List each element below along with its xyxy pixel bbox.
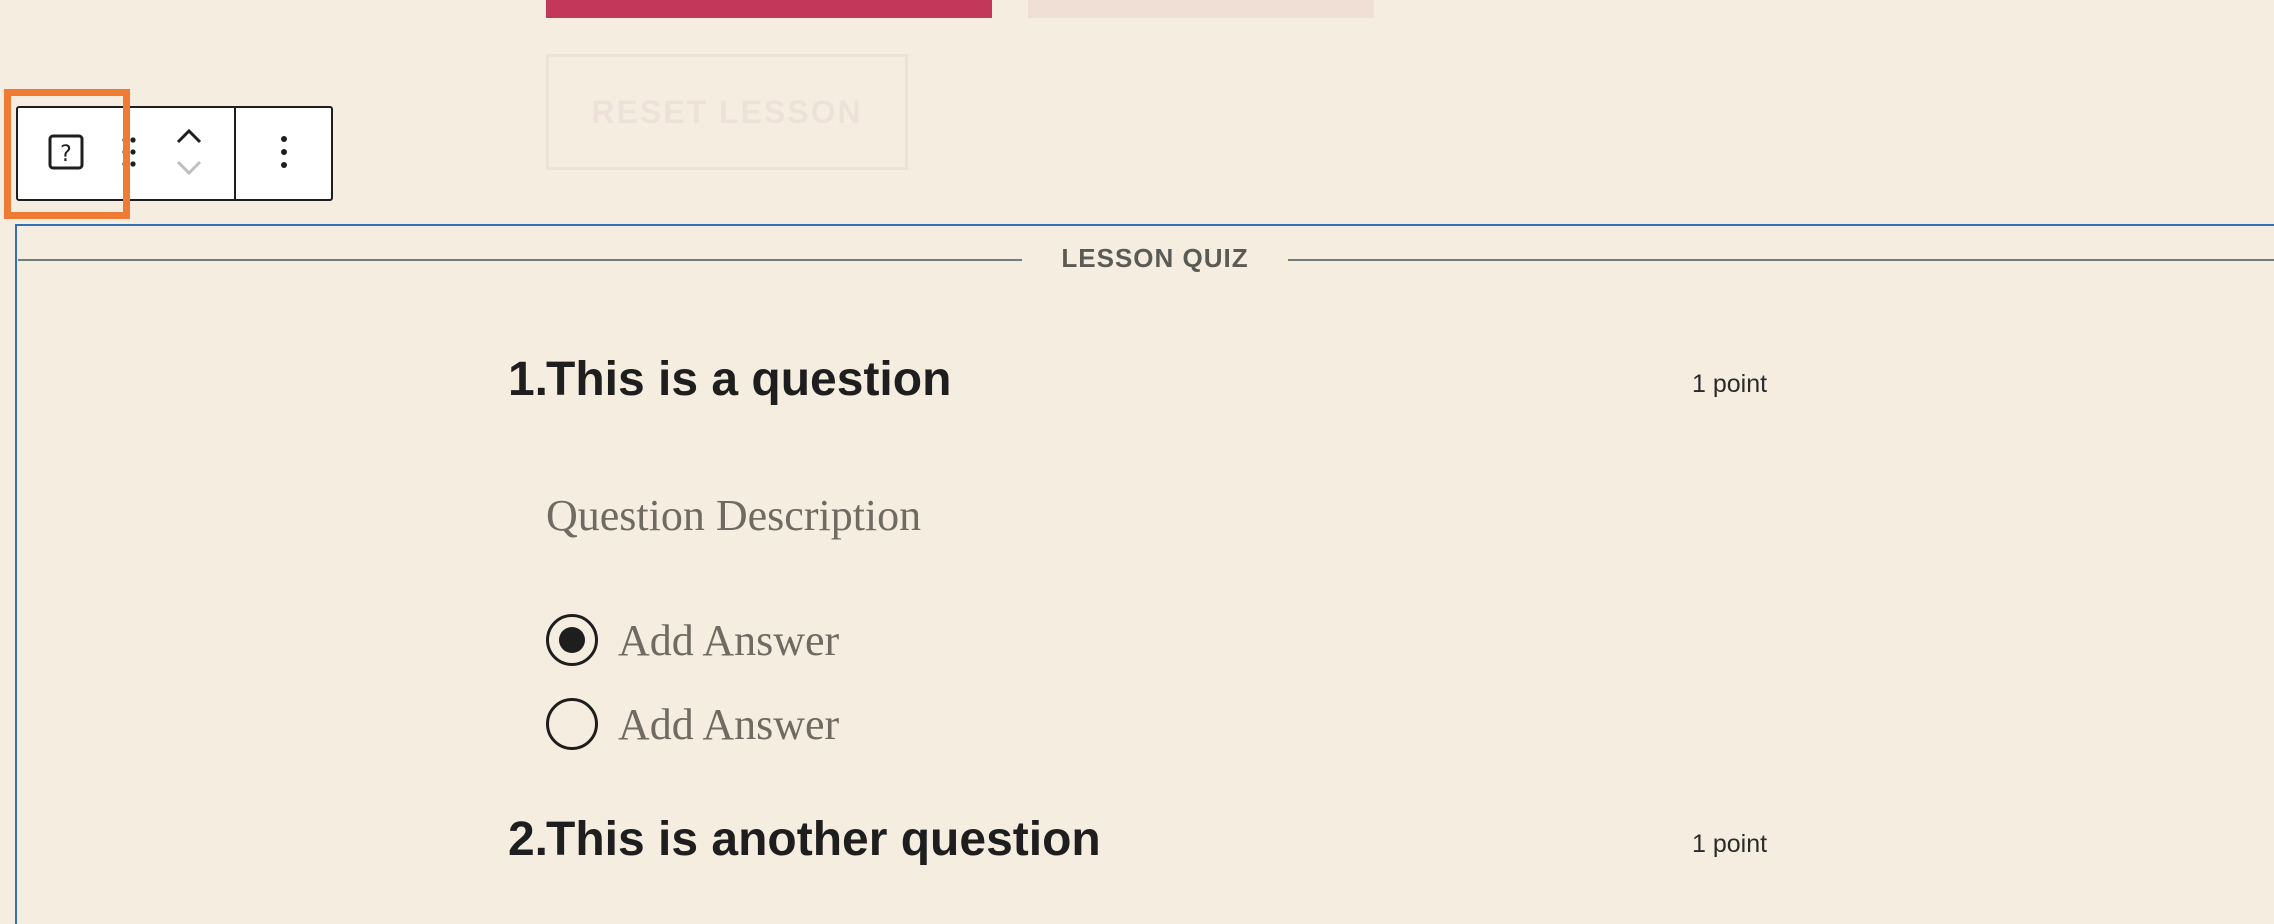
question-description[interactable]: Question Description bbox=[546, 490, 921, 541]
block-type-button[interactable]: ? bbox=[18, 108, 114, 199]
question-title[interactable]: This is a question bbox=[546, 352, 951, 407]
block-movers bbox=[144, 108, 234, 199]
reset-lesson-button[interactable]: RESET LESSON bbox=[546, 54, 908, 170]
answer-option[interactable]: Add Answer bbox=[546, 698, 839, 750]
answer-option[interactable]: Add Answer bbox=[546, 614, 839, 666]
question-number: 2. bbox=[507, 813, 548, 866]
answer-label[interactable]: Add Answer bbox=[618, 615, 839, 666]
quiz-divider-left bbox=[18, 259, 1022, 261]
svg-text:?: ? bbox=[60, 142, 72, 167]
question-points: 1 point bbox=[1692, 830, 1768, 858]
chevron-down-icon bbox=[176, 160, 202, 179]
drag-handle-button[interactable] bbox=[114, 108, 144, 199]
radio-selected[interactable] bbox=[546, 614, 598, 666]
move-down-button[interactable] bbox=[169, 155, 209, 185]
more-options-button[interactable] bbox=[236, 108, 331, 199]
more-vertical-icon bbox=[280, 135, 288, 172]
radio-dot bbox=[559, 627, 585, 653]
primary-lesson-button[interactable] bbox=[546, 0, 992, 18]
secondary-lesson-button[interactable] bbox=[1028, 0, 1374, 18]
chevron-up-icon bbox=[176, 128, 202, 147]
question-points: 1 point bbox=[1692, 370, 1768, 398]
move-up-button[interactable] bbox=[169, 123, 209, 153]
answer-label[interactable]: Add Answer bbox=[618, 699, 839, 750]
radio-unselected[interactable] bbox=[546, 698, 598, 750]
quiz-title: LESSON QUIZ bbox=[1061, 243, 1249, 273]
drag-handle-icon bbox=[121, 135, 137, 172]
question-block-icon: ? bbox=[48, 134, 84, 173]
question-number: 1. bbox=[507, 353, 548, 406]
question-title[interactable]: This is another question bbox=[546, 812, 1101, 867]
block-toolbar: ? bbox=[16, 106, 333, 201]
lesson-quiz-block[interactable] bbox=[15, 224, 2274, 924]
quiz-divider-right bbox=[1288, 259, 2274, 261]
toolbar-main-group: ? bbox=[18, 108, 236, 199]
